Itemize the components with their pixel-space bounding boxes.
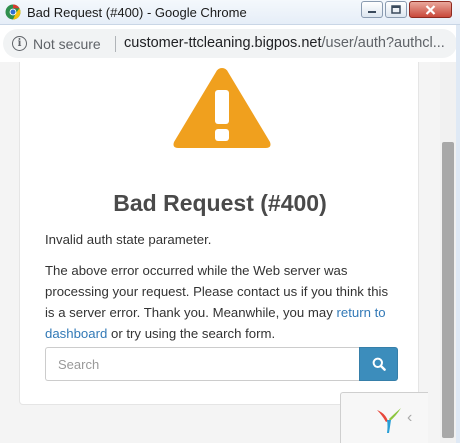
url-path: /user/auth?authcl... xyxy=(321,35,445,51)
warning-triangle-icon xyxy=(173,68,271,148)
yii-debug-toolbar-toggle[interactable]: ‹ xyxy=(340,392,428,443)
page-scrollbar[interactable] xyxy=(440,62,456,443)
error-card: Bad Request (#400) Invalid auth state pa… xyxy=(19,62,419,405)
page-viewport: Bad Request (#400) Invalid auth state pa… xyxy=(0,62,440,443)
search-button[interactable] xyxy=(359,347,398,381)
description-text-end: or try using the search form. xyxy=(107,326,276,341)
chevron-left-icon: ‹ xyxy=(407,409,413,426)
maximize-icon xyxy=(391,5,401,14)
chrome-icon xyxy=(5,4,21,20)
error-description: The above error occurred while the Web s… xyxy=(45,260,395,344)
omnibox[interactable]: i Not secure customer-ttcleaning.bigpos.… xyxy=(3,29,457,58)
search-icon xyxy=(372,357,386,371)
minimize-button[interactable] xyxy=(361,1,383,18)
error-title: Bad Request (#400) xyxy=(113,190,327,216)
error-message: Invalid auth state parameter. xyxy=(45,232,212,247)
close-button[interactable] xyxy=(409,1,452,18)
minimize-icon xyxy=(368,10,376,13)
window-title: Bad Request (#400) - Google Chrome xyxy=(27,5,247,20)
search-input[interactable] xyxy=(45,347,360,381)
close-icon xyxy=(425,4,436,15)
window-frame xyxy=(456,25,460,443)
window-titlebar[interactable]: Bad Request (#400) - Google Chrome xyxy=(0,0,460,25)
security-indicator[interactable]: i Not secure xyxy=(12,34,101,53)
scrollbar-thumb[interactable] xyxy=(442,142,454,438)
url-text[interactable]: customer-ttcleaning.bigpos.net/user/auth… xyxy=(124,35,452,51)
omnibox-separator xyxy=(115,36,116,52)
maximize-button[interactable] xyxy=(385,1,407,18)
address-bar: i Not secure customer-ttcleaning.bigpos.… xyxy=(0,25,460,62)
yii-logo-icon xyxy=(377,408,401,433)
security-label: Not secure xyxy=(33,35,101,52)
url-host: customer-ttcleaning.bigpos.net xyxy=(124,35,322,51)
info-icon: i xyxy=(12,36,27,51)
